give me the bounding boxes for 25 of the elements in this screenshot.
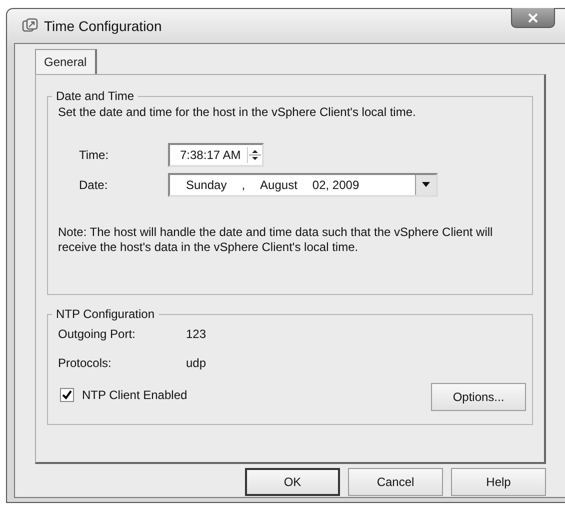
close-icon (528, 12, 538, 22)
date-field[interactable]: Sunday , August 02, 2009 (168, 173, 438, 197)
field-label: Outgoing Port: (58, 326, 136, 340)
checkbox[interactable] (60, 388, 74, 402)
dialog-button[interactable]: Cancel (348, 468, 443, 496)
options-button[interactable]: Options... (431, 383, 526, 411)
window-icon (22, 18, 38, 34)
field-label: Date: (79, 178, 109, 192)
field-value: 123 (186, 326, 206, 340)
field-label: Protocols: (58, 356, 112, 370)
time-field[interactable]: 7:38:17 AM (168, 143, 264, 167)
field-label: Time: (79, 148, 110, 162)
description-text: Set the date and time for the host in the vSphere Client's local time. (58, 105, 417, 119)
group-title: Date and Time (55, 89, 136, 103)
window-title: Time Configuration (44, 18, 162, 34)
group-title: NTP Configuration (55, 307, 156, 321)
note-text: Note: The host will handle the date and time data such that the vSphere Client will receive the host's data in the vSphere Client's local time. (58, 225, 494, 255)
dialog-button[interactable]: OK (245, 468, 340, 496)
close-button[interactable] (511, 8, 555, 28)
tab[interactable]: General (35, 49, 97, 74)
checkbox-label: NTP Client Enabled (82, 388, 188, 402)
spinner-icon[interactable] (246, 147, 262, 163)
dropdown-icon[interactable] (415, 175, 436, 195)
field-value: udp (186, 356, 206, 370)
dialog-button[interactable]: Help (451, 468, 546, 496)
